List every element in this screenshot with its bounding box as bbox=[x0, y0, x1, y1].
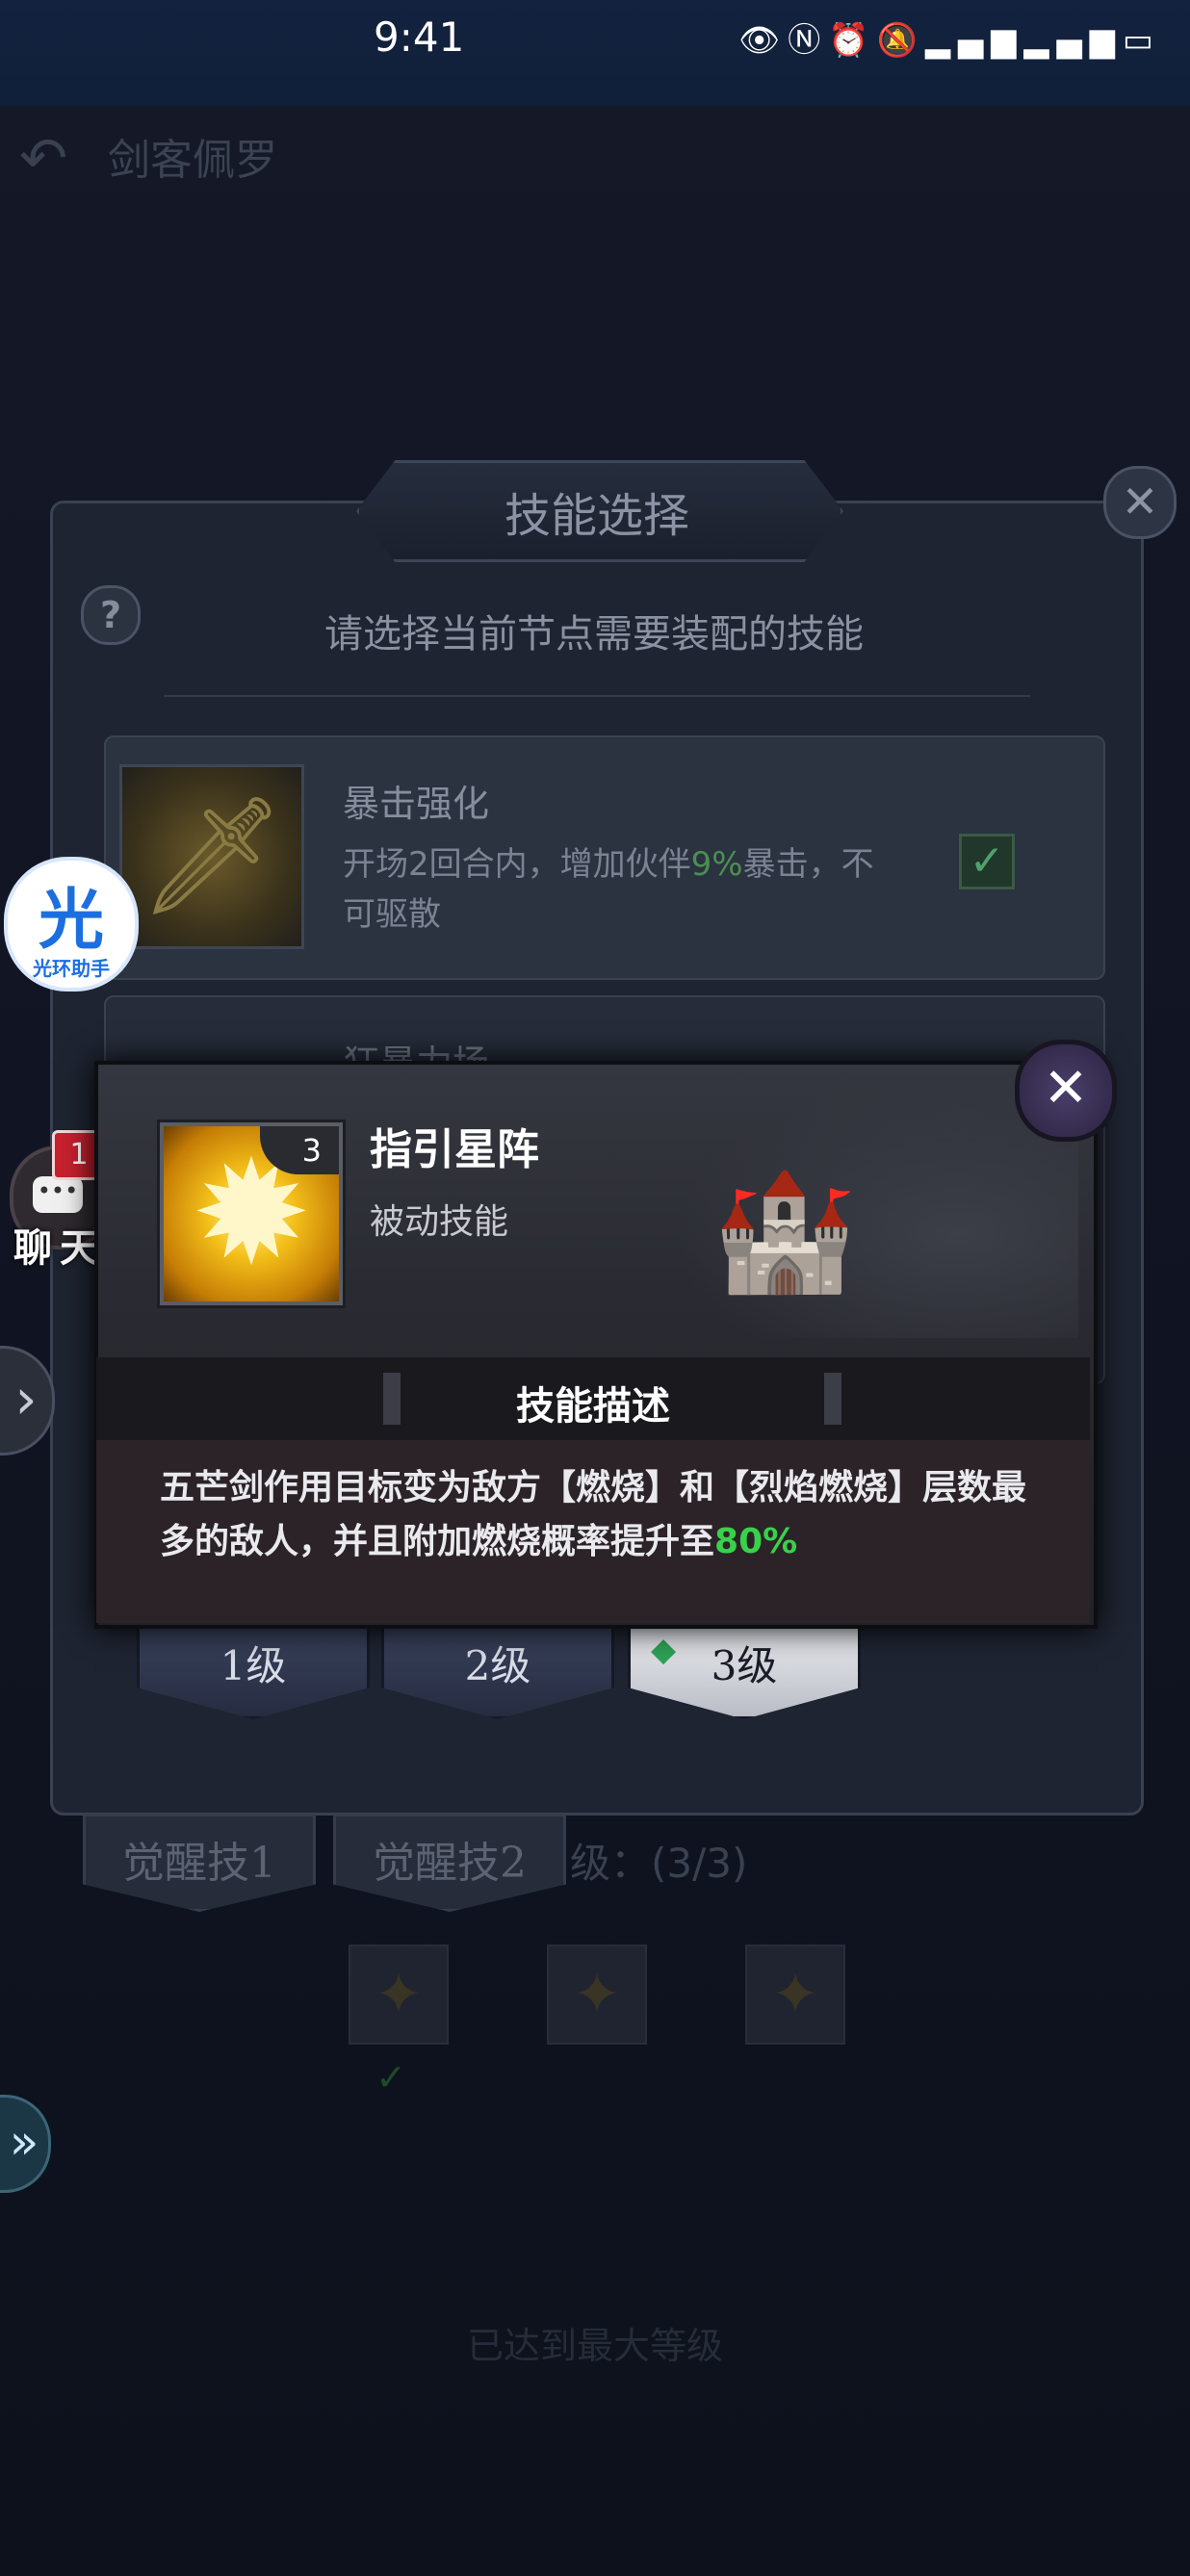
divider bbox=[164, 695, 1030, 697]
desc-part: 开场2回合内，增加伙伴 bbox=[343, 845, 691, 884]
assistant-logo: 光 bbox=[38, 883, 104, 959]
popup-close-icon[interactable]: ✕ bbox=[1015, 1040, 1117, 1142]
awakening-tab-label: 觉醒技1 bbox=[122, 1839, 276, 1888]
chat-label: 聊天 bbox=[13, 1226, 106, 1271]
desc-highlight: 80% bbox=[714, 1522, 798, 1561]
level-tab-label: 2级 bbox=[464, 1642, 531, 1689]
dialog-prompt: 请选择当前节点需要装配的技能 bbox=[324, 612, 864, 657]
awakening-skill-icon[interactable]: ✦ bbox=[547, 1945, 647, 2045]
description-title: 技能描述 bbox=[516, 1384, 670, 1429]
signal-icon-2: ▂▄▆ bbox=[1023, 21, 1123, 60]
dialog-close-icon[interactable]: ✕ bbox=[1103, 466, 1177, 539]
dialog-title: 技能选择 bbox=[504, 489, 689, 543]
gem-icon: ◆ bbox=[651, 1631, 677, 1669]
desc-part: 五芒剑作用目标变为敌方【燃烧】和【烈焰燃烧】层数最多的敌人，并且附加燃烧概率提升… bbox=[160, 1468, 1027, 1561]
desc-highlight: 9% bbox=[690, 845, 743, 884]
assistant-label: 光环助手 bbox=[33, 957, 110, 980]
battery-icon: ▭ bbox=[1122, 21, 1161, 60]
page-title: 剑客佩罗 bbox=[108, 136, 277, 185]
alarm-icon: ⏰ bbox=[828, 21, 877, 60]
halo-assistant-button[interactable]: 光 光环助手 bbox=[4, 857, 139, 992]
chat-bubble-icon: ••• bbox=[33, 1176, 83, 1213]
level-tab-label: 1级 bbox=[220, 1642, 287, 1689]
status-time: 9:41 bbox=[374, 13, 465, 61]
popup-skill-name: 指引星阵 bbox=[370, 1125, 539, 1174]
back-arrow-icon[interactable]: ↶ bbox=[19, 125, 67, 193]
mute-icon: 🔕 bbox=[876, 21, 925, 60]
castle-decoration: 🏰 bbox=[712, 1165, 857, 1299]
nfc-icon: Ⓝ bbox=[788, 21, 829, 60]
skill-option-desc: 开场2回合内，增加伙伴9%暴击，不可驱散 bbox=[343, 839, 882, 940]
star-formation-skill-icon: ✹ 3 bbox=[160, 1122, 343, 1305]
eye-icon: 👁 bbox=[738, 21, 789, 60]
awakening-tab-label: 觉醒技2 bbox=[373, 1839, 527, 1888]
description-text: 五芒剑作用目标变为敌方【燃烧】和【烈焰燃烧】层数最多的敌人，并且附加燃烧概率提升… bbox=[160, 1461, 1026, 1569]
sword-skill-icon: 🗡 bbox=[119, 764, 304, 949]
skill-option-name: 暴击强化 bbox=[343, 783, 490, 825]
status-icons: 👁Ⓝ⏰🔕▂▄▆▂▄▆▭ bbox=[738, 13, 1161, 61]
skill-checkbox[interactable]: ✓ bbox=[959, 834, 1015, 889]
awakening-skill-icon[interactable]: ✦ bbox=[349, 1945, 449, 2045]
awakening-level: 级：(3/3) bbox=[570, 1840, 748, 1887]
signal-icon: ▂▄▆ bbox=[924, 21, 1024, 60]
max-level-text: 已达到最大等级 bbox=[466, 2325, 723, 2367]
awakening-skill-icon[interactable]: ✦ bbox=[745, 1945, 845, 2045]
check-icon: ✓ bbox=[375, 2056, 406, 2099]
popup-skill-type: 被动技能 bbox=[370, 1202, 509, 1242]
